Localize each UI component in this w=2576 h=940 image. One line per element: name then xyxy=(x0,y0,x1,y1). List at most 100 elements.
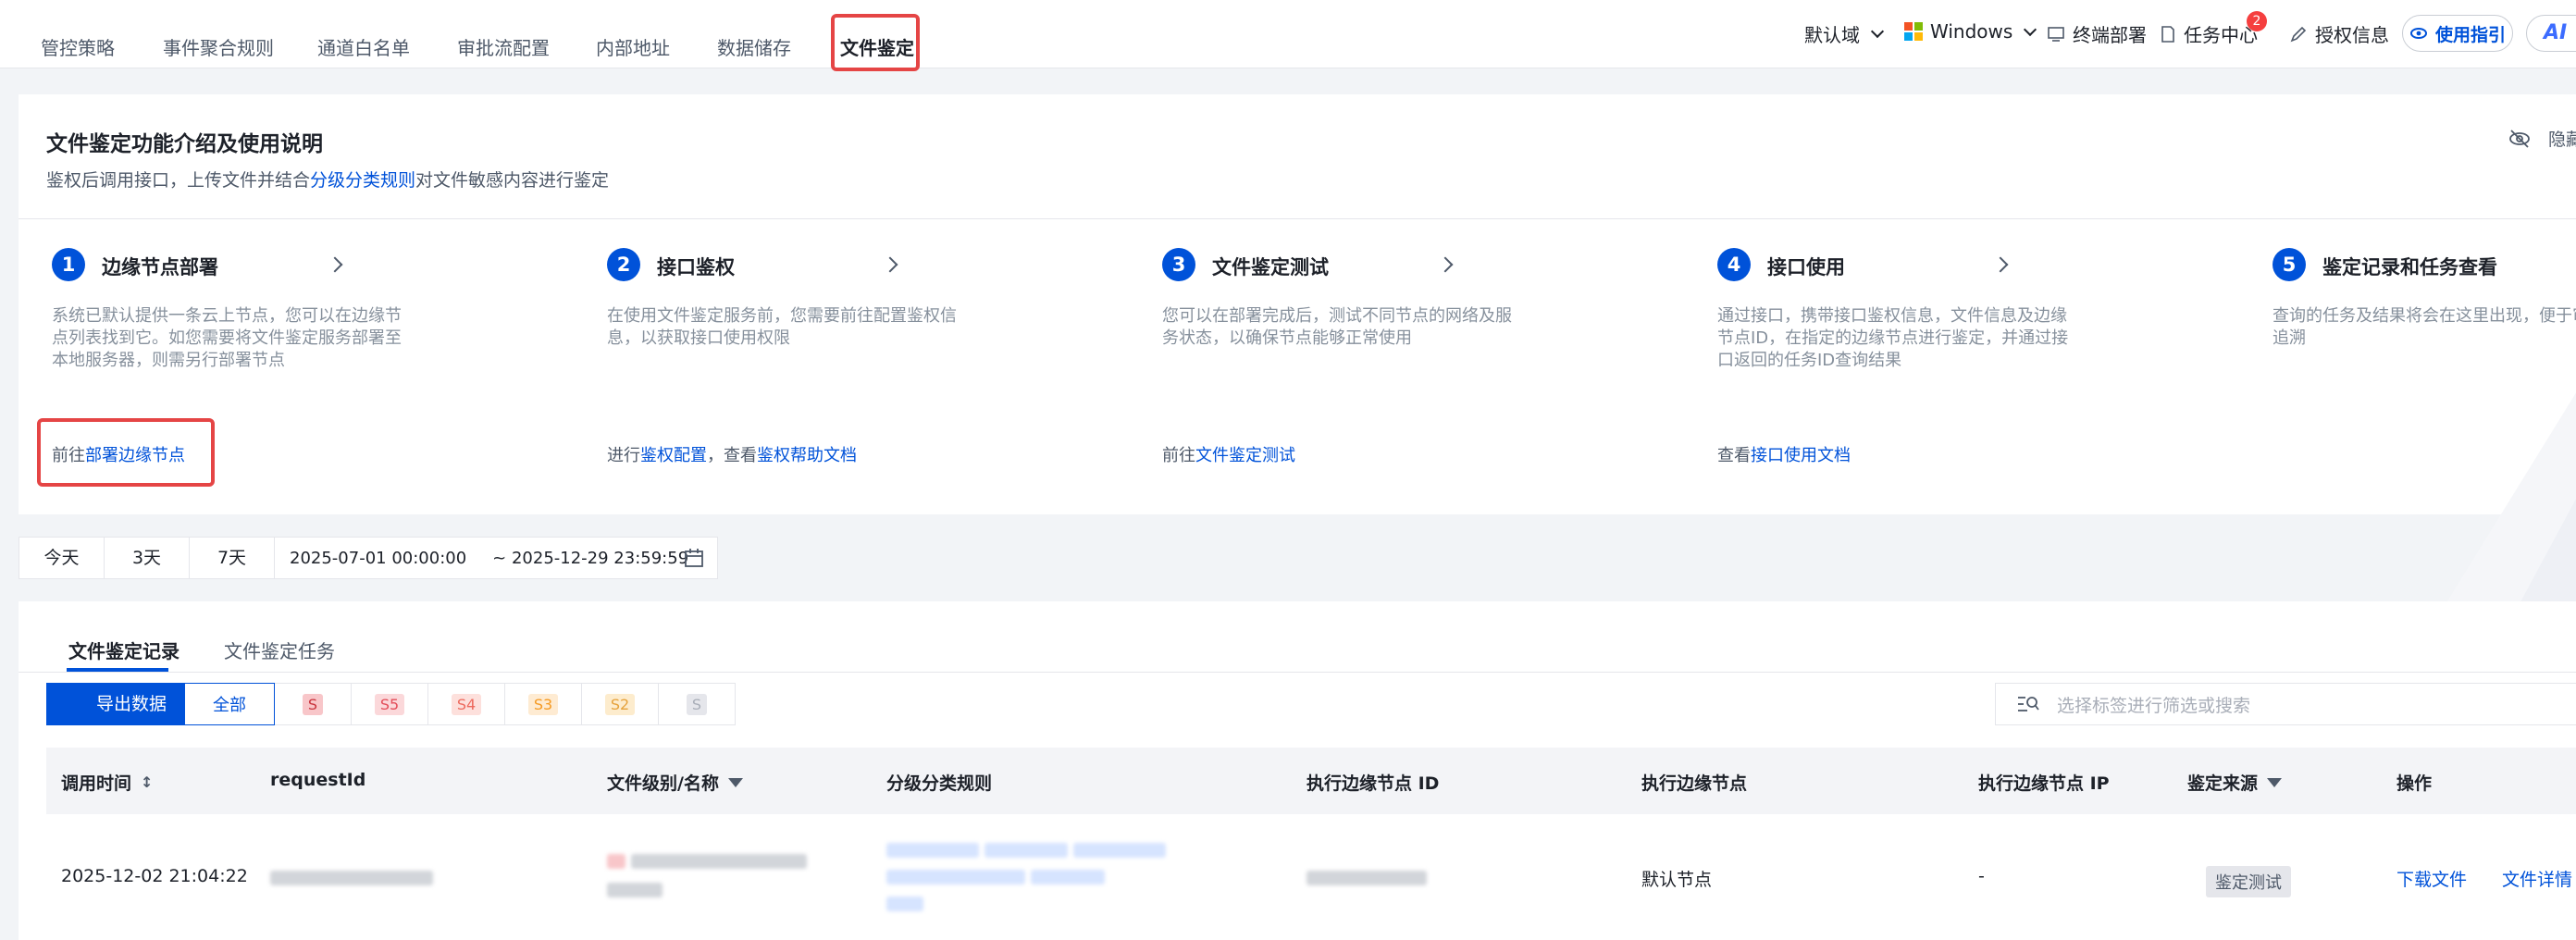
license-info-label: 授权信息 xyxy=(2315,24,2389,46)
tab-data-storage[interactable]: 数据储存 xyxy=(717,33,791,60)
source-tag: 鉴定测试 xyxy=(2206,866,2291,897)
api-usage-doc-link[interactable]: 接口使用文档 xyxy=(1751,446,1851,465)
eye-off-icon xyxy=(2509,129,2530,148)
step-action-mid: ，查看 xyxy=(707,446,757,465)
chevron-down-icon xyxy=(2024,22,2037,36)
step-action-prefix: 查看 xyxy=(1717,446,1751,465)
step-title: 接口鉴权 xyxy=(657,256,735,278)
domain-label: 默认域 xyxy=(1804,24,1860,46)
step-title: 鉴定记录和任务查看 xyxy=(2322,256,2497,278)
chevron-right-icon[interactable] xyxy=(882,256,898,273)
chevron-right-icon[interactable] xyxy=(1992,256,2009,273)
usage-guide-label: 使用指引 xyxy=(2434,24,2506,45)
step-title: 边缘节点部署 xyxy=(102,256,218,278)
tab-internal-address[interactable]: 内部地址 xyxy=(596,33,670,60)
table-row: 2025-12-02 21:04:22 默认节点 - 鉴定测试 下载文件 文件详… xyxy=(46,816,2576,940)
decorative-background-shape xyxy=(2443,392,2576,609)
col-file-level-name: 文件级别/名称 xyxy=(607,770,743,795)
records-panel: 文件鉴定记录 文件鉴定任务 导出数据 全部 S S5 S4 S3 S2 S 选择标签进行筛选… xyxy=(19,601,2576,940)
step-description: 您可以在部署完成后，测试不同节点的网络及服务状态，以确保节点能够正常使用 xyxy=(1162,306,1512,348)
col-edge-node: 执行边缘节点 xyxy=(1641,773,1748,794)
row-request-id-redacted xyxy=(270,870,433,890)
tab-identification-records[interactable]: 文件鉴定记录 xyxy=(68,637,180,663)
chevron-right-icon[interactable] xyxy=(1437,256,1454,273)
auth-config-link[interactable]: 鉴权配置 xyxy=(640,446,707,465)
date-7days-button[interactable]: 7天 xyxy=(190,538,275,578)
identification-test-link[interactable]: 文件鉴定测试 xyxy=(1195,446,1295,465)
hide-intro-button[interactable]: 隐藏 xyxy=(2508,126,2576,151)
monitor-icon xyxy=(2048,26,2064,42)
col-request-id: requestId xyxy=(270,770,366,790)
license-info-link[interactable]: 授权信息 xyxy=(2289,20,2389,47)
col-actions: 操作 xyxy=(2396,773,2433,794)
level-label: 全部 xyxy=(213,696,246,715)
level-label: S xyxy=(302,693,324,715)
terminal-deploy-link[interactable]: 终端部署 xyxy=(2047,20,2147,47)
tab-channel-whitelist[interactable]: 通道白名单 xyxy=(317,33,410,60)
level-filter-chip[interactable]: S5 xyxy=(351,683,428,725)
usage-guide-button[interactable]: 使用指引 xyxy=(2402,15,2513,52)
search-placeholder: 选择标签进行筛选或搜索 xyxy=(2057,695,2251,716)
auth-help-doc-link[interactable]: 鉴权帮助文档 xyxy=(757,446,857,465)
os-selector[interactable]: Windows xyxy=(1904,20,2037,43)
col-call-time[interactable]: 调用时间 ↕ xyxy=(61,770,153,795)
level-filter-chip[interactable]: S4 xyxy=(427,683,505,725)
sort-icon[interactable]: ↕ xyxy=(141,773,153,791)
col-source: 鉴定来源 xyxy=(2187,770,2283,795)
task-count-badge: 2 xyxy=(2247,11,2267,31)
intro-subtitle: 鉴权后调用接口，上传文件并结合分级分类规则对文件敏感内容进行鉴定 xyxy=(46,167,609,192)
level-label: S4 xyxy=(451,693,482,715)
file-details-link[interactable]: 文件详情 xyxy=(2502,866,2572,891)
classification-rules-link[interactable]: 分级分类规则 xyxy=(310,170,415,191)
tab-control-policy[interactable]: 管控策略 xyxy=(41,33,115,60)
row-file-name-redacted xyxy=(607,853,820,909)
step-action: 查看接口使用文档 xyxy=(1717,442,1851,466)
date-end-input[interactable]: ~ 2025-12-29 23:59:59 xyxy=(466,549,688,568)
level-label: S xyxy=(686,693,708,715)
tab-divider xyxy=(19,672,2576,673)
level-label: S3 xyxy=(527,693,559,715)
step-number: 3 xyxy=(1162,248,1195,281)
filter-icon[interactable] xyxy=(2267,777,2283,787)
level-filter-all[interactable]: 全部 xyxy=(184,683,275,725)
date-start-input[interactable]: 2025-07-01 00:00:00 xyxy=(275,549,466,568)
step-action: 进行鉴权配置，查看鉴权帮助文档 xyxy=(607,442,857,466)
col-edge-node-id: 执行边缘节点 ID xyxy=(1307,773,1440,794)
level-label: S5 xyxy=(374,693,405,715)
row-node-id-redacted xyxy=(1307,870,1427,890)
date-3days-button[interactable]: 3天 xyxy=(105,538,190,578)
level-label: S2 xyxy=(604,693,636,715)
date-filter-bar: 今天 3天 7天 2025-07-01 00:00:00 ~ 2025-12-2… xyxy=(19,537,718,579)
chevron-right-icon[interactable] xyxy=(327,256,343,273)
pen-icon xyxy=(2290,26,2307,42)
row-rules-redacted xyxy=(886,842,1220,916)
download-file-link[interactable]: 下载文件 xyxy=(2396,866,2467,891)
tab-identification-tasks[interactable]: 文件鉴定任务 xyxy=(224,637,335,663)
filter-icon[interactable] xyxy=(727,777,743,787)
table-header: 调用时间 ↕ requestId 文件级别/名称 分级分类规则 执行边缘节点 ID… xyxy=(46,748,2576,814)
eye-icon xyxy=(2409,28,2427,39)
os-label: Windows xyxy=(1930,20,2013,43)
step-number: 5 xyxy=(2273,248,2306,281)
level-filter-chip[interactable]: S xyxy=(274,683,352,725)
tab-event-aggregation[interactable]: 事件聚合规则 xyxy=(163,33,274,60)
row-call-time: 2025-12-02 21:04:22 xyxy=(61,866,248,886)
step-action: 前往文件鉴定测试 xyxy=(1162,442,1295,466)
date-today-button[interactable]: 今天 xyxy=(19,538,105,578)
calendar-icon[interactable] xyxy=(684,548,704,568)
ai-assistant-button[interactable]: AI xyxy=(2526,15,2576,52)
tab-approval-flow[interactable]: 审批流配置 xyxy=(457,33,550,60)
terminal-deploy-label: 终端部署 xyxy=(2073,24,2147,46)
filter-search-icon xyxy=(2018,697,2039,711)
tag-search-input[interactable]: 选择标签进行筛选或搜索 xyxy=(1995,683,2576,725)
domain-selector[interactable]: 默认域 xyxy=(1804,20,1885,47)
level-filter-chip[interactable]: S3 xyxy=(504,683,582,725)
col-edge-node-ip: 执行边缘节点 IP xyxy=(1978,773,2110,794)
step-description: 在使用文件鉴定服务前，您需要前往配置鉴权信息，以获取接口使用权限 xyxy=(607,306,957,348)
task-center-link[interactable]: 任务中心 xyxy=(2160,20,2258,47)
chevron-down-icon xyxy=(1870,24,1885,39)
intro-panel: 文件鉴定功能介绍及使用说明 鉴权后调用接口，上传文件并结合分级分类规则对文件敏感… xyxy=(19,94,2576,609)
level-filter-chip[interactable]: S xyxy=(658,683,736,725)
windows-icon xyxy=(1904,22,1923,41)
level-filter-chip[interactable]: S2 xyxy=(581,683,659,725)
